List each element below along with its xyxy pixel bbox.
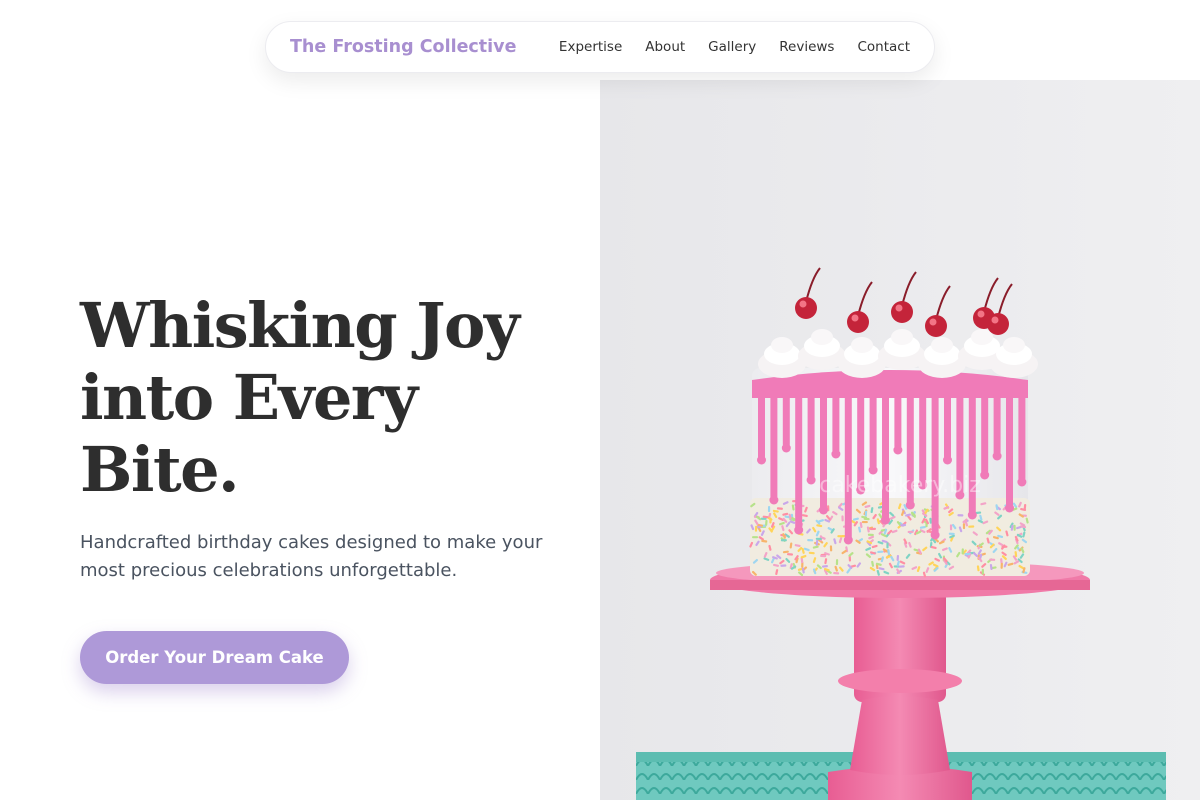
hero-title: Whisking Joy into Every Bite. <box>80 290 580 506</box>
cake-body: cakebakery.biz <box>749 368 1030 578</box>
nav-link-gallery[interactable]: Gallery <box>708 39 756 55</box>
nav-link-expertise[interactable]: Expertise <box>559 39 622 55</box>
hero-cake-image: cakebakery.biz <box>600 80 1200 800</box>
brand-logo-text[interactable]: The Frosting Collective <box>290 37 516 57</box>
nav-link-about[interactable]: About <box>645 39 685 55</box>
order-dream-cake-button[interactable]: Order Your Dream Cake <box>80 631 349 684</box>
cake-illustration: cakebakery.biz <box>600 80 1200 800</box>
nav-link-contact[interactable]: Contact <box>857 39 910 55</box>
hero-title-line-3: Bite. <box>80 433 240 506</box>
image-watermark: cakebakery.biz <box>819 473 981 498</box>
hero-subtitle: Handcrafted birthday cakes designed to m… <box>80 532 543 581</box>
top-navigation: The Frosting Collective Expertise About … <box>265 21 935 73</box>
hero-title-line-2: into Every <box>80 361 418 434</box>
nav-links: Expertise About Gallery Reviews Contact <box>559 39 910 55</box>
hero-title-line-1: Whisking Joy <box>80 289 520 362</box>
nav-link-reviews[interactable]: Reviews <box>779 39 834 55</box>
